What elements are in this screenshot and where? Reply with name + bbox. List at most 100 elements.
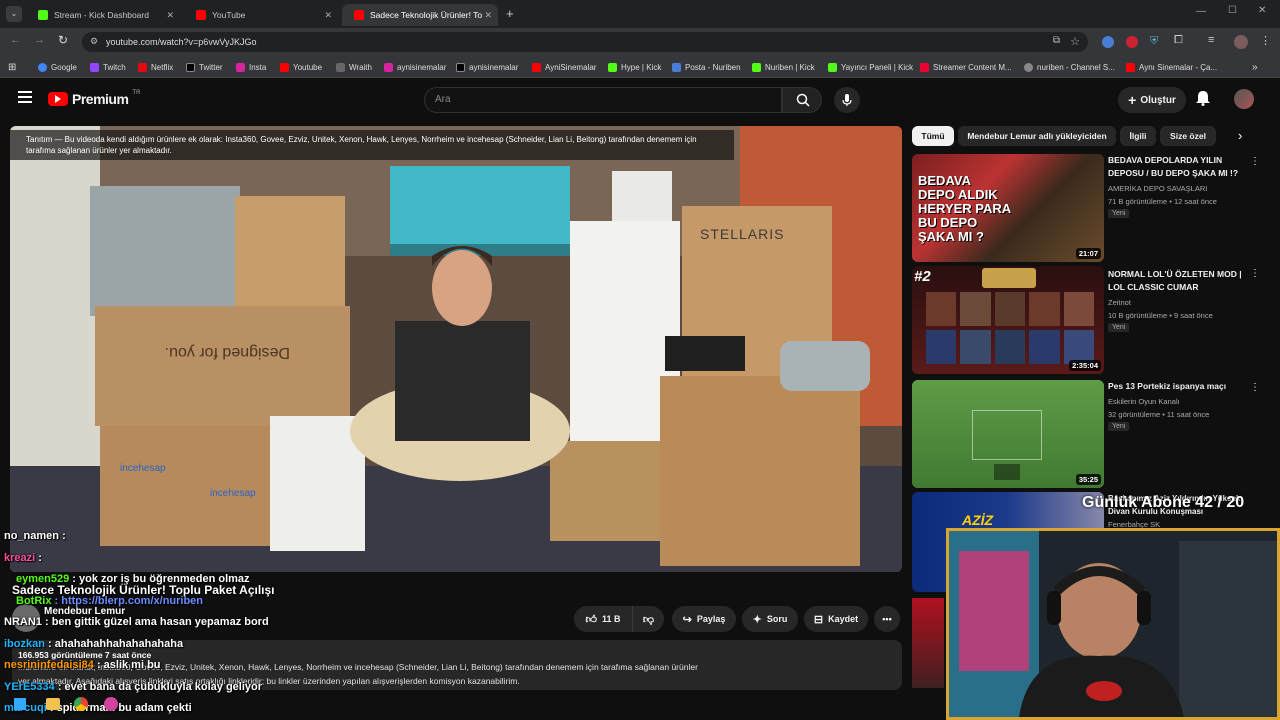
bookmark-insta[interactable]: Insta	[236, 60, 266, 74]
recommendation-thumbnail[interactable]: 35:25	[912, 380, 1104, 488]
more-options-icon[interactable]: ⋮	[1250, 382, 1260, 393]
chat-message: kreazi :	[4, 552, 42, 564]
close-window-button[interactable]: ✕	[1258, 5, 1266, 16]
site-info-icon[interactable]: ⚙	[90, 36, 98, 47]
tab-kick-dashboard[interactable]: Stream - Kick Dashboard ✕	[26, 4, 180, 26]
extension-icon[interactable]	[1126, 36, 1138, 48]
file-explorer-icon[interactable]	[46, 698, 60, 710]
bookmark-wraith[interactable]: Wraith	[336, 60, 372, 74]
close-icon[interactable]: ✕	[166, 10, 174, 21]
subscriber-goal: Günlük Abone 42 / 20	[1082, 494, 1245, 511]
bookmarks-overflow-icon[interactable]: »	[1252, 60, 1258, 74]
maximize-button[interactable]: ☐	[1228, 5, 1237, 16]
bookmark-aynisinemalar-insta[interactable]: aynisinemalar	[384, 60, 446, 74]
bookmark-aynisinemalar-yt[interactable]: AyniSinemalar	[532, 60, 596, 74]
chat-text: : https://blerp.com/x/nuriben	[54, 595, 204, 607]
svg-text:STELLARIS: STELLARIS	[700, 226, 784, 242]
thumbs-up-icon: 👍︎	[585, 613, 597, 626]
minimize-button[interactable]: —	[1196, 6, 1206, 17]
chrome-icon[interactable]	[74, 697, 88, 711]
more-actions-button[interactable]: •••	[874, 606, 900, 632]
like-button[interactable]: 👍︎ 11 B	[574, 606, 632, 632]
bookmark-yayinci-paneli[interactable]: Yayıncı Paneli | Kick	[828, 60, 913, 74]
extension-icon[interactable]	[1102, 36, 1114, 48]
bookmark-ayni-sinemalar[interactable]: Aynı Sinemalar - Ça...	[1126, 60, 1217, 74]
recommendation-channel[interactable]: AMERİKA DEPO SAVAŞLARI	[1108, 182, 1258, 195]
share-button[interactable]: ↪ Paylaş	[672, 606, 736, 632]
new-tab-button[interactable]: +	[506, 6, 514, 21]
install-icon[interactable]: ⧉	[1053, 35, 1060, 46]
chat-text: : aslik mi bu	[96, 659, 161, 671]
reload-button[interactable]: ↻	[58, 33, 68, 47]
bookmark-google[interactable]: Google	[38, 60, 77, 74]
search-icon	[796, 93, 810, 107]
taskbar	[0, 690, 280, 720]
recommendation-title[interactable]: NORMAL LOL'Ü ÖZLETEN MOD | LOL CLASSIC C…	[1108, 268, 1248, 294]
kick-icon	[38, 10, 48, 20]
extensions-puzzle-icon[interactable]: ⧠	[1174, 34, 1183, 47]
close-icon[interactable]: ✕	[484, 10, 492, 21]
tab-current-video[interactable]: Sadece Teknolojik Ürünler! Topl ✕	[342, 4, 498, 26]
account-avatar[interactable]	[1234, 89, 1254, 109]
menu-dots-icon[interactable]: ⋮	[1260, 34, 1271, 47]
media-icon[interactable]: ≡	[1208, 34, 1214, 46]
tab-search-button[interactable]: ⌄	[6, 6, 22, 22]
recommendation-thumbnail[interactable]: BEDAVA DEPO ALDIK HERYER PARA BU DEPO ŞAKA M…	[912, 154, 1104, 262]
sidebar-thumbnail-partial[interactable]	[912, 598, 944, 688]
app-icon[interactable]	[104, 697, 118, 711]
voice-search-button[interactable]	[834, 87, 860, 113]
apps-grid-icon[interactable]: ⊞	[8, 60, 16, 74]
shield-icon[interactable]: ⛨	[1150, 35, 1158, 48]
bookmark-twitch[interactable]: Twitch	[90, 60, 126, 74]
bookmark-nuriben-channel[interactable]: nuriben - Channel S...	[1024, 60, 1115, 74]
search-input[interactable]: Ara	[424, 87, 782, 113]
video-frame: STELLARIS Designed for you. incehesap in…	[10, 126, 902, 572]
new-badge: Yeni	[1108, 323, 1130, 332]
youtube-header: Premium TR Ara + Oluştur	[0, 79, 1280, 121]
dislike-button[interactable]: 👎︎	[632, 606, 664, 632]
ask-button[interactable]: ✦ Soru	[742, 606, 798, 632]
video-player[interactable]: STELLARIS Designed for you. incehesap in…	[10, 126, 902, 572]
forward-button[interactable]: →	[34, 34, 45, 46]
more-options-icon[interactable]: ⋮	[1250, 268, 1260, 279]
youtube-logo[interactable]: Premium TR	[48, 90, 140, 107]
save-button[interactable]: ⊟ Kaydet	[804, 606, 868, 632]
chip-from-uploader[interactable]: Mendebur Lemur adlı yükleyiciden	[958, 126, 1116, 146]
chat-message: ibozkan : ahahahahhahahahahaha	[4, 638, 183, 650]
notifications-bell-icon[interactable]	[1196, 90, 1210, 106]
close-icon[interactable]: ✕	[324, 10, 332, 21]
tab-youtube[interactable]: YouTube ✕	[184, 4, 338, 26]
chip-related[interactable]: İlgili	[1120, 126, 1156, 146]
back-button[interactable]: ←	[10, 34, 21, 46]
bookmark-streamer-content[interactable]: Streamer Content M...	[920, 60, 1012, 74]
recommendation-thumbnail[interactable]: #2 2:35:04	[912, 266, 1104, 374]
webcam-overlay	[946, 528, 1280, 720]
recommendation-channel[interactable]: Eskilerin Oyun Kanalı	[1108, 395, 1258, 408]
create-button[interactable]: + Oluştur	[1118, 87, 1186, 113]
chip-for-you[interactable]: Size özel	[1160, 126, 1216, 146]
chevron-right-icon[interactable]: ›	[1238, 128, 1242, 143]
bookmark-youtube[interactable]: Youtube	[280, 60, 322, 74]
bookmark-netflix[interactable]: Netflix	[138, 60, 173, 74]
bookmark-hype-kick[interactable]: Hype | Kick	[608, 60, 661, 74]
profile-avatar[interactable]	[1234, 35, 1248, 49]
chat-message: BotRix : https://blerp.com/x/nuriben	[16, 595, 203, 607]
bookmark-star-icon[interactable]: ☆	[1070, 35, 1080, 48]
url-field[interactable]: ⚙ youtube.com/watch?v=p6vwVyJKJGo ⧉ ☆	[82, 32, 1088, 52]
chip-all[interactable]: Tümü	[912, 126, 954, 146]
bookmark-aynisinemalar-x[interactable]: aynisinemalar	[456, 60, 518, 74]
hamburger-menu-icon[interactable]	[18, 91, 32, 103]
bookmark-posta[interactable]: Posta - Nuriben	[672, 60, 741, 74]
windows-start-icon[interactable]	[14, 698, 26, 710]
recommendation-title[interactable]: Pes 13 Portekiz ispanya maçı	[1108, 380, 1248, 393]
bookmark-nuriben-kick[interactable]: Nuriben | Kick	[752, 60, 815, 74]
webcam-feed	[949, 531, 1277, 717]
tab-label: Sadece Teknolojik Ürünler! Topl	[370, 10, 482, 20]
recommendation-title[interactable]: BEDAVA DEPOLARDA YILIN DEPOSU / BU DEPO …	[1108, 154, 1248, 180]
recommendation-meta: 71 B görüntüleme • 12 saat önce	[1108, 197, 1217, 206]
svg-text:incehesap: incehesap	[210, 488, 256, 499]
recommendation-channel[interactable]: Zeitnot	[1108, 296, 1258, 309]
more-options-icon[interactable]: ⋮	[1250, 156, 1260, 167]
bookmark-twitter[interactable]: Twitter	[186, 60, 223, 74]
search-button[interactable]	[782, 87, 822, 113]
